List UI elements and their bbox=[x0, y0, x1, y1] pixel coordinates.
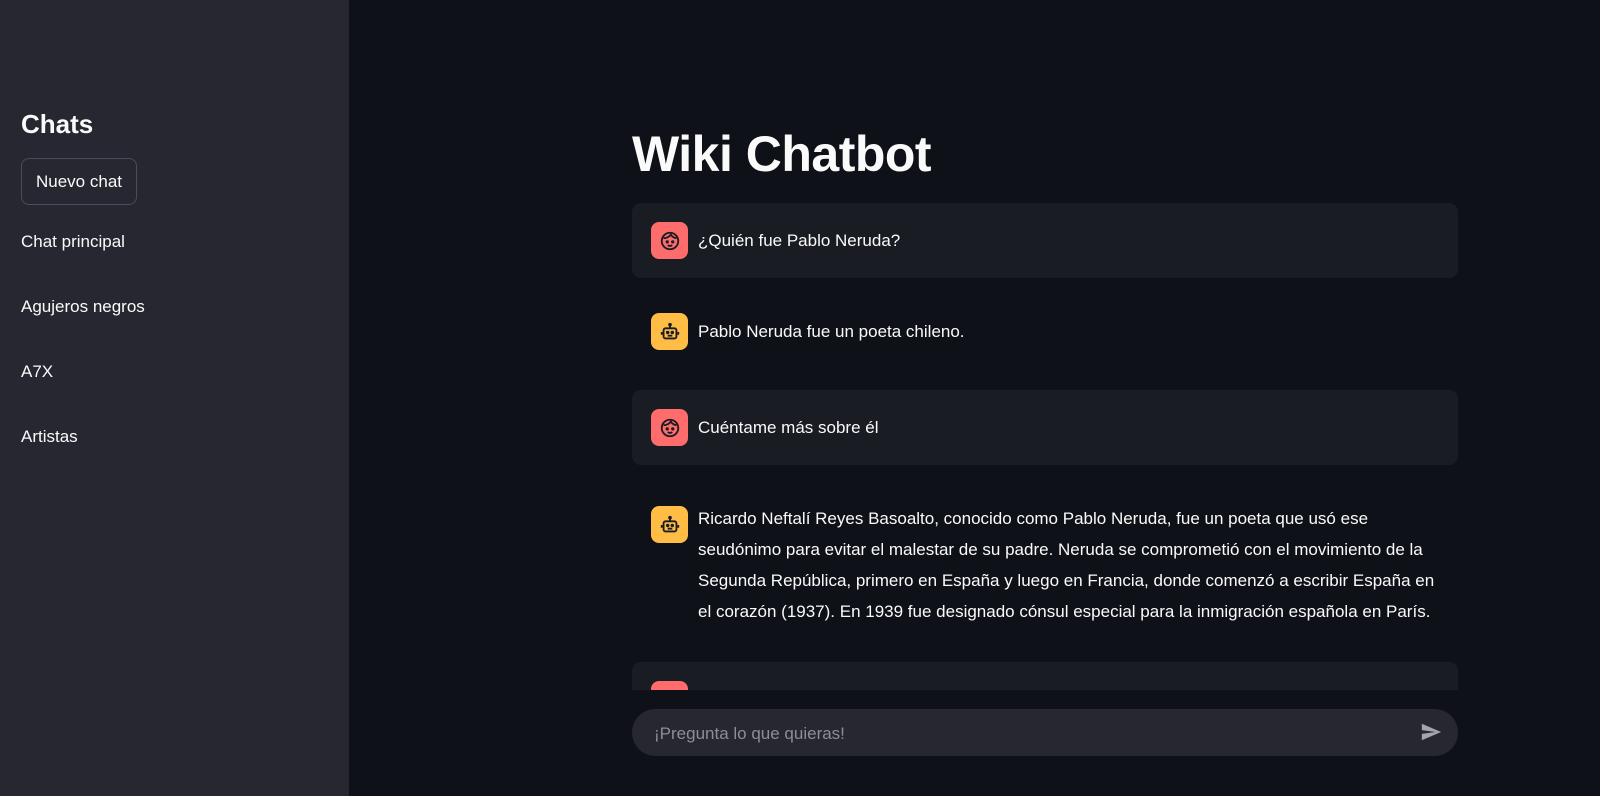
message-text: ¿Quién fue Pablo Neruda? bbox=[698, 231, 901, 250]
chat-history[interactable]: ¿Quién fue Pablo Neruda? Pablo Neruda fu… bbox=[632, 203, 1458, 690]
sidebar-item-a7x[interactable]: A7X bbox=[21, 360, 53, 384]
sidebar-item-artistas[interactable]: Artistas bbox=[21, 425, 78, 449]
sidebar-item-chat-principal[interactable]: Chat principal bbox=[21, 230, 125, 254]
chat-message-user bbox=[632, 662, 1458, 690]
message-text: Ricardo Neftalí Reyes Basoalto, conocido… bbox=[698, 509, 1435, 621]
user-face-icon bbox=[651, 409, 688, 446]
chat-message-user: ¿Quién fue Pablo Neruda? bbox=[632, 203, 1458, 278]
sidebar-title: Chats bbox=[21, 109, 94, 139]
send-button[interactable] bbox=[1414, 716, 1448, 750]
user-face-icon bbox=[651, 222, 688, 259]
robot-icon bbox=[651, 506, 688, 543]
chat-input[interactable] bbox=[652, 709, 1396, 758]
sidebar-item-agujeros-negros[interactable]: Agujeros negros bbox=[21, 295, 145, 319]
user-face-icon bbox=[651, 681, 688, 690]
app: Chats Nuevo chat Chat principal Agujeros… bbox=[0, 0, 1600, 796]
chat-input-container bbox=[632, 709, 1458, 758]
message-text: Cuéntame más sobre él bbox=[698, 418, 879, 437]
main-content: Wiki Chatbot ¿Quién fue Pablo Neruda? Pa… bbox=[349, 0, 1600, 796]
chat-message-assistant: Ricardo Neftalí Reyes Basoalto, conocido… bbox=[632, 485, 1458, 640]
message-text: Pablo Neruda fue un poeta chileno. bbox=[698, 322, 965, 341]
chat-message-assistant: Pablo Neruda fue un poeta chileno. bbox=[632, 294, 1458, 369]
sidebar: Chats Nuevo chat Chat principal Agujeros… bbox=[0, 0, 349, 796]
page-title: Wiki Chatbot bbox=[632, 126, 932, 182]
robot-icon bbox=[651, 313, 688, 350]
chat-message-user: Cuéntame más sobre él bbox=[632, 390, 1458, 465]
send-icon bbox=[1420, 721, 1442, 746]
new-chat-button[interactable]: Nuevo chat bbox=[21, 158, 137, 205]
